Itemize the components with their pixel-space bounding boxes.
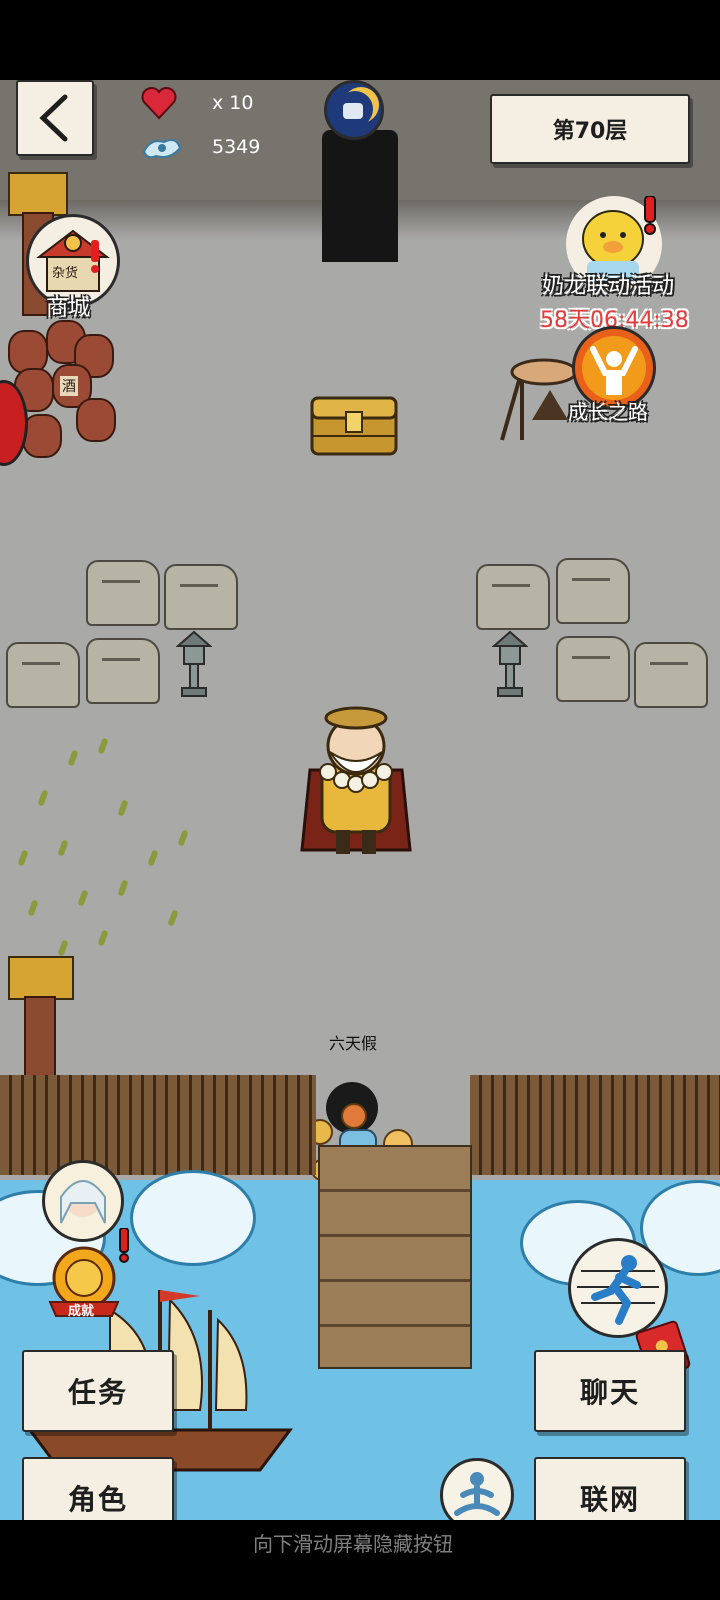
wine-jar-label: 酒 <box>60 376 78 396</box>
cloud-spirit-icon <box>140 130 184 164</box>
stone-pillar-top <box>8 172 68 216</box>
stone-lantern <box>175 628 213 700</box>
network-label: 联网 <box>579 1483 640 1516</box>
rock <box>164 564 238 630</box>
rock <box>556 558 630 624</box>
cave-entrance[interactable] <box>322 130 398 262</box>
wave <box>130 1170 256 1266</box>
heart-icon <box>140 84 178 122</box>
stone-pillar-lower <box>24 996 56 1080</box>
task-button[interactable]: 任务 <box>22 1350 174 1432</box>
back-chevron-icon <box>39 94 68 142</box>
currency-value: 5349 <box>212 136 261 158</box>
player-name: 六天假 <box>328 1034 377 1053</box>
task-label: 任务 <box>67 1376 128 1409</box>
treasure-chest[interactable] <box>310 392 398 458</box>
wooden-fence-right <box>470 1075 720 1175</box>
shop-sign: 杂货 <box>52 266 79 281</box>
character-label: 角色 <box>67 1483 128 1516</box>
shop-label[interactable]: 商城 <box>46 290 90 322</box>
achievement-badge-label: 成就 <box>68 1304 95 1319</box>
chat-label: 聊天 <box>579 1376 640 1409</box>
wooden-dock[interactable] <box>318 1145 472 1369</box>
grass-patch <box>0 730 210 1000</box>
floor-label: 第70层 <box>490 94 690 164</box>
rock <box>6 642 80 708</box>
day-night-moon-icon[interactable] <box>324 80 384 140</box>
rock <box>634 642 708 708</box>
floor-text: 第70层 <box>552 119 628 144</box>
goddess-avatar-button[interactable] <box>42 1160 124 1242</box>
achievement-alert-icon <box>116 1227 132 1264</box>
chat-button[interactable]: 聊天 <box>534 1350 686 1432</box>
boss-monk-npc[interactable] <box>292 700 420 860</box>
rock <box>86 560 160 626</box>
hide-buttons-hint: 向下滑动屏幕隐藏按钮 <box>253 1532 453 1556</box>
growth-road-label[interactable]: 成长之路 <box>568 396 648 425</box>
rock <box>86 638 160 704</box>
stone-lantern <box>491 628 529 700</box>
event-label[interactable]: 奶龙联动活动 <box>542 268 674 300</box>
shop-alert-icon <box>88 240 102 274</box>
wooden-fence-left <box>0 1075 316 1175</box>
rock <box>556 636 630 702</box>
rock <box>476 564 550 630</box>
event-alert-icon <box>640 195 660 236</box>
lives-count: x 10 <box>212 92 254 114</box>
back-button[interactable] <box>16 80 94 156</box>
